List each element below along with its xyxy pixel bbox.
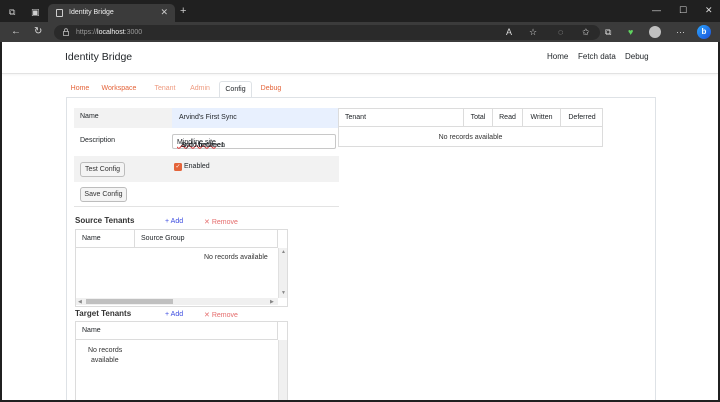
source-empty-message: No records available bbox=[204, 254, 268, 261]
description-label: Description bbox=[80, 137, 116, 144]
browser-tab[interactable]: Identity Bridge ✕ bbox=[48, 4, 175, 22]
collections-icon[interactable]: ⧉ bbox=[605, 27, 611, 37]
lock-icon bbox=[63, 28, 69, 36]
top-navbar: Identity Bridge Home Fetch data Debug bbox=[2, 42, 718, 74]
tab-workspace[interactable]: Workspace bbox=[99, 81, 139, 98]
favorite-star-icon[interactable]: ☆ bbox=[529, 27, 537, 37]
new-tab-button[interactable]: + bbox=[180, 6, 186, 17]
column-header-name[interactable]: Name bbox=[76, 230, 135, 248]
source-horizontal-scrollbar[interactable]: ◀ ▶ bbox=[76, 298, 278, 305]
target-tenants-title: Target Tenants bbox=[75, 309, 132, 318]
tab-debug[interactable]: Debug bbox=[258, 81, 284, 98]
source-tenants-grid: Name Source Group No records available ▲… bbox=[75, 229, 288, 307]
target-empty-message-line1: No records bbox=[88, 347, 123, 354]
enabled-label: Enabled bbox=[184, 163, 210, 170]
description-input[interactable]: Sync between Mindline.site and Mindline1 bbox=[172, 134, 336, 149]
tab-home[interactable]: Home bbox=[68, 81, 92, 98]
stats-grid: Tenant Total Read Written Deferred No re… bbox=[338, 108, 603, 147]
page-favicon-icon bbox=[56, 9, 63, 17]
workspaces-icon[interactable]: ⧉ bbox=[9, 7, 15, 17]
column-header-name[interactable]: Name bbox=[76, 322, 278, 340]
close-window-button[interactable]: ✕ bbox=[705, 5, 713, 16]
tab-actions-icon[interactable]: ▣ bbox=[31, 7, 40, 17]
source-remove-link[interactable]: ✕ Remove bbox=[204, 218, 238, 226]
target-vertical-scrollbar[interactable] bbox=[278, 340, 287, 400]
extensions-icon[interactable]: ◌ bbox=[558, 27, 563, 37]
stats-empty-message: No records available bbox=[438, 134, 503, 141]
column-header-total[interactable]: Total bbox=[464, 109, 493, 127]
nav-link-home[interactable]: Home bbox=[547, 52, 568, 61]
test-config-button[interactable]: Test Config bbox=[80, 162, 125, 177]
tab-tenant[interactable]: Tenant bbox=[151, 81, 179, 98]
tab-config[interactable]: Config bbox=[219, 81, 252, 98]
browser-essentials-icon[interactable]: ♥ bbox=[628, 27, 633, 37]
save-config-button[interactable]: Save Config bbox=[80, 187, 127, 202]
divider bbox=[74, 206, 339, 207]
more-menu-icon[interactable]: ··· bbox=[676, 27, 685, 37]
target-add-link[interactable]: + Add bbox=[165, 311, 183, 318]
target-remove-link[interactable]: ✕ Remove bbox=[204, 311, 238, 319]
browser-tabstrip: ⧉ ▣ Identity Bridge ✕ + — ☐ ✕ bbox=[0, 0, 720, 22]
name-row: Name Arvind's First Sync bbox=[74, 108, 339, 128]
web-page: Identity Bridge Home Fetch data Debug Ho… bbox=[2, 42, 718, 400]
tab-admin[interactable]: Admin bbox=[187, 81, 213, 98]
scroll-right-arrow-icon[interactable]: ▶ bbox=[270, 299, 274, 305]
minimize-button[interactable]: — bbox=[652, 5, 661, 15]
brand-link[interactable]: Identity Bridge bbox=[65, 51, 132, 63]
description-row: Description Sync between Mindline.site a… bbox=[74, 131, 339, 153]
horizontal-scroll-thumb[interactable] bbox=[86, 299, 173, 304]
target-tenants-grid: Name No records available bbox=[75, 321, 288, 400]
copilot-icon[interactable]: b bbox=[697, 25, 711, 39]
browser-toolbar: ← ↻ https://localhost:3000 A ☆ ◌ ✩ ⧉ ♥ ·… bbox=[0, 22, 720, 42]
scroll-down-arrow-icon[interactable]: ▼ bbox=[281, 290, 286, 296]
close-tab-icon[interactable]: ✕ bbox=[160, 7, 168, 18]
column-header-tenant[interactable]: Tenant bbox=[339, 109, 464, 127]
nav-link-debug[interactable]: Debug bbox=[625, 52, 649, 61]
refresh-icon[interactable]: ↻ bbox=[34, 26, 42, 37]
column-header-written[interactable]: Written bbox=[523, 109, 561, 127]
browser-tab-title: Identity Bridge bbox=[69, 9, 114, 16]
source-vertical-scrollbar[interactable]: ▲ ▼ bbox=[278, 248, 287, 298]
plus-icon: + bbox=[165, 218, 170, 225]
url-text: https://localhost:3000 bbox=[76, 28, 143, 36]
name-label: Name bbox=[80, 113, 99, 120]
scroll-left-arrow-icon[interactable]: ◀ bbox=[78, 299, 82, 305]
favorites-icon[interactable]: ✩ bbox=[582, 27, 590, 37]
address-bar[interactable]: https://localhost:3000 A ☆ bbox=[54, 25, 600, 40]
name-field[interactable]: Arvind's First Sync bbox=[172, 108, 338, 128]
read-aloud-icon[interactable]: A bbox=[506, 27, 512, 37]
target-empty-message-line2: available bbox=[91, 357, 119, 364]
maximize-button[interactable]: ☐ bbox=[679, 5, 687, 16]
column-header-deferred[interactable]: Deferred bbox=[561, 109, 603, 127]
enabled-checkbox[interactable]: ✓ bbox=[174, 163, 182, 171]
column-header-read[interactable]: Read bbox=[493, 109, 523, 127]
tab-bar: Home Workspace Tenant Admin Config Debug bbox=[66, 81, 656, 98]
x-icon: ✕ bbox=[204, 312, 210, 319]
x-icon: ✕ bbox=[204, 219, 210, 226]
plus-icon: + bbox=[165, 311, 170, 318]
test-config-row: Test Config ✓ Enabled bbox=[74, 156, 339, 182]
nav-link-fetch-data[interactable]: Fetch data bbox=[578, 52, 616, 61]
profile-avatar[interactable] bbox=[649, 26, 661, 38]
back-arrow-icon[interactable]: ← bbox=[11, 26, 21, 37]
source-tenants-title: Source Tenants bbox=[75, 216, 135, 225]
scroll-up-arrow-icon[interactable]: ▲ bbox=[281, 249, 286, 255]
source-add-link[interactable]: + Add bbox=[165, 218, 183, 225]
column-header-source-group[interactable]: Source Group bbox=[135, 230, 278, 248]
